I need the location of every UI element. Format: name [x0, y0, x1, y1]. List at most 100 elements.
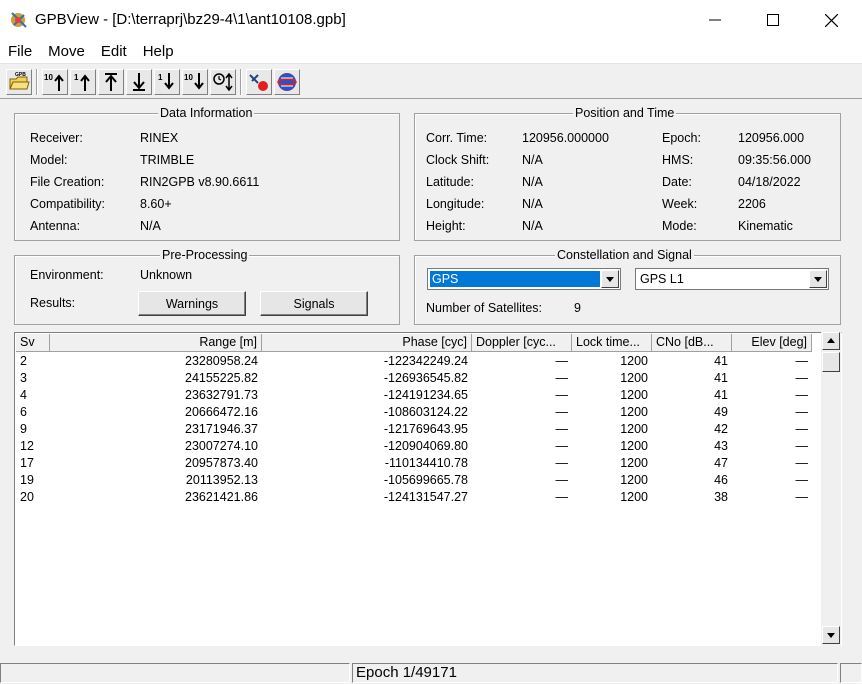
results-label: Results: — [30, 296, 76, 310]
clock-shift-label: Clock Shift: — [426, 153, 490, 167]
cell-elev: — — [795, 371, 809, 385]
back-1-button[interactable]: 1 — [70, 69, 96, 95]
constellation-signal-group: Constellation and Signal GPS GPS L1 Numb… — [414, 248, 841, 325]
column-header-lock-time[interactable]: Lock time... — [572, 334, 652, 352]
table-row[interactable]: 3 24155225.82 -126936545.82 — 1200 41 — — [16, 370, 812, 387]
cell-sv: 6 — [20, 405, 27, 419]
table-row[interactable]: 17 20957873.40 -110134410.78 — 1200 47 — — [16, 455, 812, 472]
chevron-down-icon[interactable] — [601, 270, 619, 288]
table-row[interactable]: 9 23171946.37 -121769643.95 — 1200 42 — — [16, 421, 812, 438]
compatibility-label: Compatibility: — [30, 197, 106, 211]
epoch-value: 120956.000 — [738, 131, 805, 145]
cell-phase: -122342249.24 — [383, 354, 468, 368]
group-title: Pre-Processing — [160, 248, 250, 262]
forward-10-icon: 10 — [184, 73, 204, 90]
chevron-down-icon[interactable] — [809, 270, 827, 288]
scroll-thumb[interactable] — [822, 352, 840, 372]
group-title: Position and Time — [573, 106, 677, 120]
satellite-table[interactable]: Sv Range [m] Phase [cyc] Doppler [cyc...… — [14, 332, 842, 646]
table-row[interactable]: 20 23621421.86 -124131547.27 — 1200 38 — — [16, 489, 812, 506]
week-value: 2206 — [738, 197, 766, 211]
cell-sv: 20 — [20, 490, 34, 504]
app-icon — [11, 12, 27, 28]
column-header-doppler[interactable]: Doppler [cyc... — [472, 334, 572, 352]
cell-elev: — — [795, 422, 809, 436]
column-header-sv[interactable]: Sv — [16, 334, 50, 352]
table-row[interactable]: 6 20666472.16 -108603124.22 — 1200 49 — — [16, 404, 812, 421]
cell-lock-time: 1200 — [620, 473, 648, 487]
cell-cno: 47 — [714, 456, 728, 470]
go-first-button[interactable] — [98, 69, 124, 95]
latitude-label: Latitude: — [426, 175, 474, 189]
hms-value: 09:35:56.000 — [738, 153, 811, 167]
antenna-value: N/A — [140, 219, 161, 233]
minimize-button[interactable] — [686, 0, 744, 40]
svg-text:10: 10 — [184, 73, 193, 82]
cell-cno: 41 — [714, 388, 728, 402]
file-creation-value: RIN2GPB v8.90.6611 — [140, 175, 260, 189]
column-header-cno[interactable]: CNo [dB... — [652, 334, 732, 352]
maximize-button[interactable] — [744, 0, 802, 40]
table-row[interactable]: 2 23280958.24 -122342249.24 — 1200 41 — — [16, 353, 812, 370]
cell-doppler: — — [555, 405, 569, 419]
toolbar-separator — [36, 69, 38, 95]
cell-elev: — — [795, 439, 809, 453]
svg-text:GPB: GPB — [15, 72, 26, 78]
cell-doppler: — — [555, 388, 569, 402]
cell-phase: -120904069.80 — [383, 439, 468, 453]
warnings-button[interactable]: Warnings — [138, 291, 246, 316]
forward-1-button[interactable]: 1 — [154, 69, 180, 95]
close-button[interactable] — [802, 0, 860, 40]
open-gpb-icon: GPB — [9, 72, 30, 90]
table-row[interactable]: 19 20113952.13 -105699665.78 — 1200 46 — — [16, 472, 812, 489]
cell-lock-time: 1200 — [620, 388, 648, 402]
scroll-down-icon[interactable] — [822, 626, 840, 644]
latitude-value: N/A — [522, 175, 543, 189]
open-button[interactable]: GPB — [6, 69, 32, 95]
back-10-button[interactable]: 10 — [42, 69, 68, 95]
group-title: Data Information — [158, 106, 255, 120]
menu-file[interactable]: File — [0, 40, 40, 64]
menu-move[interactable]: Move — [40, 40, 93, 64]
cell-range: 23632791.73 — [185, 388, 258, 402]
menu-edit[interactable]: Edit — [93, 40, 135, 64]
receiver-value: RINEX — [140, 131, 179, 145]
column-header-range[interactable]: Range [m] — [50, 334, 262, 352]
goto-epoch-button[interactable] — [210, 69, 236, 95]
column-header-elev[interactable]: Elev [deg] — [732, 334, 812, 352]
cell-doppler: — — [555, 473, 569, 487]
column-header-phase[interactable]: Phase [cyc] — [262, 334, 472, 352]
toolbar-separator — [240, 69, 242, 95]
globe-button[interactable] — [274, 69, 300, 95]
cell-sv: 12 — [20, 439, 34, 453]
cell-sv: 17 — [20, 456, 34, 470]
compatibility-value: 8.60+ — [140, 197, 172, 211]
cell-elev: — — [795, 490, 809, 504]
file-creation-label: File Creation: — [30, 175, 105, 189]
scroll-up-icon[interactable] — [822, 332, 840, 350]
cell-phase: -105699665.78 — [383, 473, 468, 487]
vertical-scrollbar[interactable] — [821, 332, 841, 646]
cell-range: 20957873.40 — [185, 456, 258, 470]
cell-elev: — — [795, 354, 809, 368]
cell-range: 20113952.13 — [185, 473, 258, 487]
cell-sv: 9 — [20, 422, 27, 436]
table-row[interactable]: 4 23632791.73 -124191234.65 — 1200 41 — — [16, 387, 812, 404]
svg-text:1: 1 — [158, 73, 163, 82]
cell-sv: 3 — [20, 371, 27, 385]
cell-lock-time: 1200 — [620, 439, 648, 453]
satellite-stop-button[interactable] — [246, 69, 272, 95]
signals-button[interactable]: Signals — [260, 291, 368, 316]
cell-doppler: — — [555, 371, 569, 385]
cell-lock-time: 1200 — [620, 456, 648, 470]
forward-10-button[interactable]: 10 — [182, 69, 208, 95]
menu-help[interactable]: Help — [135, 40, 182, 64]
cell-lock-time: 1200 — [620, 490, 648, 504]
clock-shift-value: N/A — [522, 153, 543, 167]
go-last-button[interactable] — [126, 69, 152, 95]
cell-doppler: — — [555, 422, 569, 436]
cell-doppler: — — [555, 456, 569, 470]
signal-select[interactable]: GPS L1 — [635, 268, 829, 290]
constellation-select[interactable]: GPS — [427, 268, 621, 290]
table-row[interactable]: 12 23007274.10 -120904069.80 — 1200 43 — — [16, 438, 812, 455]
